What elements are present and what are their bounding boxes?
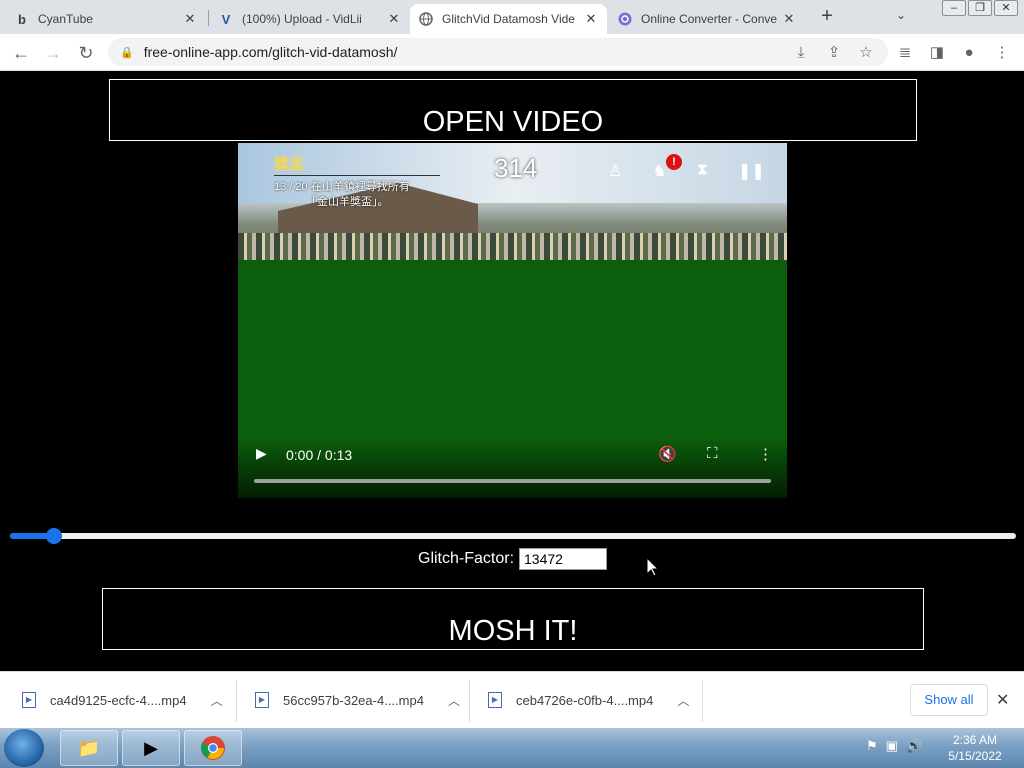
glitch-factor-row: Glitch-Factor: (418, 548, 608, 570)
menu-kebab-icon[interactable]: ⋮ (992, 43, 1012, 63)
tab-close-icon[interactable]: ✕ (583, 11, 599, 27)
video-progress-bar[interactable] (254, 479, 771, 483)
windows-taskbar: 📁 ▶ ⚑ ▣ 🔊 2:36 AM 5/15/2022 (0, 728, 1024, 768)
video-file-icon: ▶ (22, 692, 36, 708)
address-bar[interactable]: 🔒 free-online-app.com/glitch-vid-datamos… (108, 38, 888, 66)
tab-title: (100%) Upload - VidLii (242, 12, 362, 26)
download-divider (702, 680, 703, 722)
mute-icon[interactable]: 🔇 (658, 445, 677, 463)
glitch-factor-input[interactable] (519, 548, 608, 570)
chevron-up-icon[interactable]: ︿ (677, 692, 689, 709)
hud-title: 獎盃 (274, 156, 305, 173)
globe-icon (418, 11, 434, 27)
tab-title: CyanTube (38, 12, 93, 26)
chevron-up-icon[interactable]: ︿ (448, 692, 460, 709)
profile-avatar-icon[interactable]: ● (959, 43, 979, 63)
mosh-it-button[interactable]: MOSH IT! (102, 588, 924, 650)
hud-icons: ♙ ♞ ⧗ ❚❚ (608, 161, 765, 181)
reload-icon[interactable]: ↻ (75, 42, 97, 64)
hud-subtitle-2: 「金山羊獎盃」。 (306, 196, 389, 208)
video-time: 0:00 / 0:13 (286, 447, 353, 463)
side-panel-icon[interactable]: ◨ (927, 43, 947, 63)
tab-online-converter[interactable]: Online Converter - Conve ✕ (609, 4, 805, 34)
media-player-taskbar-button[interactable]: ▶ (122, 730, 180, 766)
tab-title: Online Converter - Conve (641, 12, 778, 26)
download-shelf: ▶ ca4d9125-ecfc-4....mp4 ︿ ▶ 56cc957b-32… (0, 671, 1024, 728)
video-file-icon: ▶ (488, 692, 502, 708)
close-window-button[interactable]: ✕ (994, 0, 1018, 16)
tab-close-icon[interactable]: ✕ (386, 11, 402, 27)
tab-close-icon[interactable]: ✕ (781, 11, 797, 27)
hud-subtitle-1: 13 / 20 在山羊鎮裡尋找所有 (274, 181, 410, 193)
slider-thumb[interactable] (46, 528, 62, 544)
video-file-icon: ▶ (255, 692, 269, 708)
download-item[interactable]: ▶ ceb4726e-c0fb-4....mp4 ︿ (488, 672, 689, 728)
explorer-taskbar-button[interactable]: 📁 (60, 730, 118, 766)
video-glitch-strip (238, 233, 787, 260)
hourglass-icon: ⧗ (696, 161, 708, 178)
network-icon[interactable]: ▣ (886, 738, 898, 754)
play-icon[interactable]: ▶ (256, 445, 267, 462)
video-player[interactable]: 獎盃 13 / 20 在山羊鎮裡尋找所有 「金山羊獎盃」。 314 ♙ ♞ ⧗ … (238, 143, 787, 498)
clock-time: 2:36 AM (952, 733, 998, 747)
minimize-button[interactable]: – (942, 0, 966, 16)
new-tab-button[interactable]: + (816, 6, 838, 28)
slider-fill (10, 533, 50, 539)
download-filename: 56cc957b-32ea-4....mp4 (283, 692, 424, 708)
maximize-button[interactable]: ❐ (968, 0, 992, 16)
tab-vidlii[interactable]: V (100%) Upload - VidLii ✕ (210, 4, 410, 34)
browser-tab-strip: b CyanTube ✕ V (100%) Upload - VidLii ✕ … (0, 0, 1024, 34)
tab-title: GlitchVid Datamosh Vide (442, 12, 575, 26)
pause-icon: ❚❚ (737, 163, 765, 180)
tab-cyantube[interactable]: b CyanTube ✕ (6, 4, 206, 34)
converter-icon (617, 11, 633, 27)
install-app-icon[interactable]: ⤓ (791, 43, 811, 63)
goat-icon: ♞ (652, 163, 667, 180)
bookmark-star-icon[interactable]: ☆ (856, 43, 876, 63)
video-menu-icon[interactable]: ⋮ (758, 445, 773, 463)
hud-number: 314 (494, 153, 538, 183)
chrome-icon (201, 736, 225, 760)
clock-date: 5/15/2022 (948, 749, 1002, 763)
forward-arrow-icon[interactable]: → (42, 42, 64, 64)
lightbulb-icon: ♙ (608, 163, 623, 180)
url-text: free-online-app.com/glitch-vid-datamosh/ (143, 44, 398, 60)
lock-icon: 🔒 (120, 46, 134, 59)
back-arrow-icon[interactable]: ← (10, 42, 32, 64)
download-item[interactable]: ▶ 56cc957b-32ea-4....mp4 ︿ (255, 672, 460, 728)
download-divider (469, 680, 470, 722)
tab-close-icon[interactable]: ✕ (182, 11, 198, 27)
open-video-button[interactable]: OPEN VIDEO (109, 79, 917, 141)
hud-divider (274, 175, 440, 176)
cyantube-favicon-icon: b (18, 11, 26, 27)
tab-divider (208, 10, 209, 26)
fullscreen-icon[interactable]: ⛶ (707, 445, 718, 462)
download-divider (236, 680, 237, 722)
glitch-slider[interactable] (10, 528, 1016, 544)
share-icon[interactable]: ⇪ (824, 43, 844, 63)
reading-list-icon[interactable]: ≣ (895, 43, 915, 63)
download-filename: ca4d9125-ecfc-4....mp4 (50, 692, 187, 708)
start-button[interactable] (4, 729, 44, 767)
close-shelf-icon[interactable]: ✕ (996, 690, 1009, 710)
tab-search-chevron-icon[interactable]: ⌄ (896, 8, 906, 22)
glitch-factor-label: Glitch-Factor: (418, 550, 515, 567)
vidlii-favicon-icon: V (221, 11, 231, 27)
taskbar-clock[interactable]: 2:36 AM 5/15/2022 (940, 732, 1010, 764)
video-frame: 獎盃 13 / 20 在山羊鎮裡尋找所有 「金山羊獎盃」。 314 ♙ ♞ ⧗ … (238, 143, 787, 260)
system-tray: ⚑ ▣ 🔊 (866, 738, 922, 754)
tab-glitchvid[interactable]: GlitchVid Datamosh Vide ✕ (410, 4, 607, 34)
window-controls: – ❐ ✕ (940, 0, 1018, 16)
mouse-cursor-icon (647, 558, 659, 577)
chevron-up-icon[interactable]: ︿ (211, 692, 223, 709)
volume-icon[interactable]: 🔊 (906, 738, 922, 754)
page-content: OPEN VIDEO 獎盃 13 / 20 在山羊鎮裡尋找所有 「金山羊獎盃」。… (0, 71, 1024, 671)
alert-badge: ! (666, 154, 682, 170)
chrome-taskbar-button[interactable] (184, 730, 242, 766)
browser-toolbar: ← → ↻ 🔒 free-online-app.com/glitch-vid-d… (0, 34, 1024, 71)
action-center-flag-icon[interactable]: ⚑ (866, 738, 878, 754)
show-all-button[interactable]: Show all (910, 684, 988, 716)
download-item[interactable]: ▶ ca4d9125-ecfc-4....mp4 ︿ (22, 672, 223, 728)
download-filename: ceb4726e-c0fb-4....mp4 (516, 692, 654, 708)
